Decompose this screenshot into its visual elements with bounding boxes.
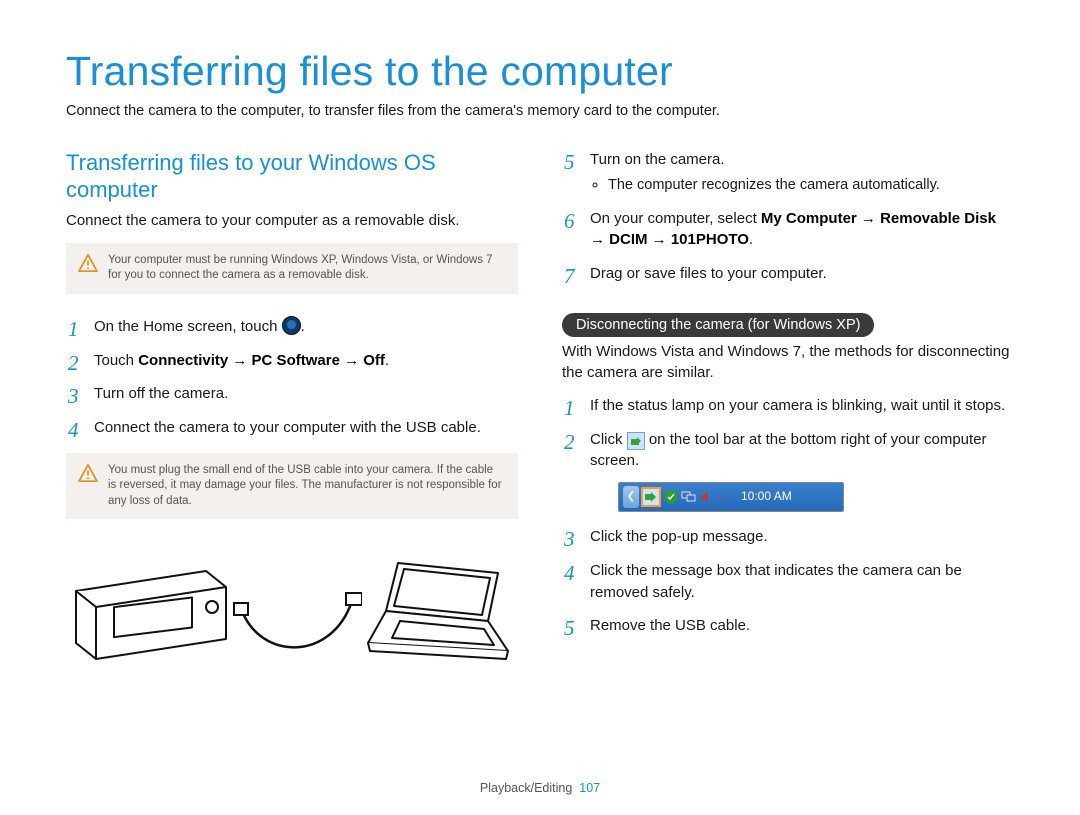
camera-to-laptop-illustration xyxy=(66,541,518,691)
section-intro: Connect the camera to your computer as a… xyxy=(66,210,518,231)
footer-page-number: 107 xyxy=(579,781,600,795)
dstep-3: Click the pop-up message. xyxy=(562,526,1014,548)
page-title: Transferring files to the computer xyxy=(66,48,1014,95)
caution-icon xyxy=(78,464,98,482)
caution-icon xyxy=(78,254,98,272)
section-heading: Transferring files to your Windows OS co… xyxy=(66,149,518,204)
left-column: Transferring files to your Windows OS co… xyxy=(66,149,518,692)
steps-list-right: Turn on the camera. The computer recogni… xyxy=(562,149,1014,285)
tray-clock: 10:00 AM xyxy=(741,488,792,505)
right-column: Turn on the camera. The computer recogni… xyxy=(562,149,1014,692)
power-tray-icon xyxy=(717,489,733,505)
dstep-1: If the status lamp on your camera is bli… xyxy=(562,395,1014,417)
note-text: Your computer must be running Windows XP… xyxy=(108,253,504,284)
tray-expand-icon: ❮ xyxy=(623,486,639,508)
usb-cable-drawing xyxy=(232,551,362,681)
subsection-intro: With Windows Vista and Windows 7, the me… xyxy=(562,341,1014,383)
camera-drawing xyxy=(66,551,246,681)
disconnect-steps: If the status lamp on your camera is bli… xyxy=(562,395,1014,637)
shield-tray-icon xyxy=(663,489,679,505)
step-1: On the Home screen, touch . xyxy=(66,316,518,338)
page-footer: Playback/Editing 107 xyxy=(0,781,1080,795)
step-5-sub: The computer recognizes the camera autom… xyxy=(590,175,1014,196)
two-column-layout: Transferring files to your Windows OS co… xyxy=(66,149,1014,692)
windows-taskbar-tray: ❮ 10:00 AM xyxy=(618,482,844,512)
page-intro: Connect the camera to the computer, to t… xyxy=(66,101,1014,123)
step-4: Connect the camera to your computer with… xyxy=(66,417,518,439)
steps-list-left: On the Home screen, touch . Touch Connec… xyxy=(66,316,518,439)
note-text: You must plug the small end of the USB c… xyxy=(108,463,504,510)
manual-page: Transferring files to the computer Conne… xyxy=(0,0,1080,721)
step-7: Drag or save files to your computer. xyxy=(562,263,1014,285)
dstep-5: Remove the USB cable. xyxy=(562,615,1014,637)
step-6: On your computer, select My Computer → R… xyxy=(562,208,1014,252)
menu-path: Connectivity → PC Software → Off xyxy=(138,352,385,369)
safely-remove-tray-icon xyxy=(641,487,661,507)
monitors-tray-icon xyxy=(681,489,697,505)
step-2: Touch Connectivity → PC Software → Off. xyxy=(66,350,518,372)
step-3: Turn off the camera. xyxy=(66,383,518,405)
dstep-2: Click on the tool bar at the bottom righ… xyxy=(562,429,1014,513)
home-round-icon xyxy=(282,316,301,335)
dstep-4: Click the message box that indicates the… xyxy=(562,560,1014,604)
subsection-pill: Disconnecting the camera (for Windows XP… xyxy=(562,313,874,337)
note-box-usb: You must plug the small end of the USB c… xyxy=(66,453,518,520)
laptop-drawing xyxy=(348,551,518,681)
volume-tray-icon xyxy=(699,489,715,505)
safely-remove-icon xyxy=(627,432,645,450)
note-box-requirements: Your computer must be running Windows XP… xyxy=(66,243,518,294)
footer-section: Playback/Editing xyxy=(480,781,572,795)
step-5: Turn on the camera. The computer recogni… xyxy=(562,149,1014,196)
